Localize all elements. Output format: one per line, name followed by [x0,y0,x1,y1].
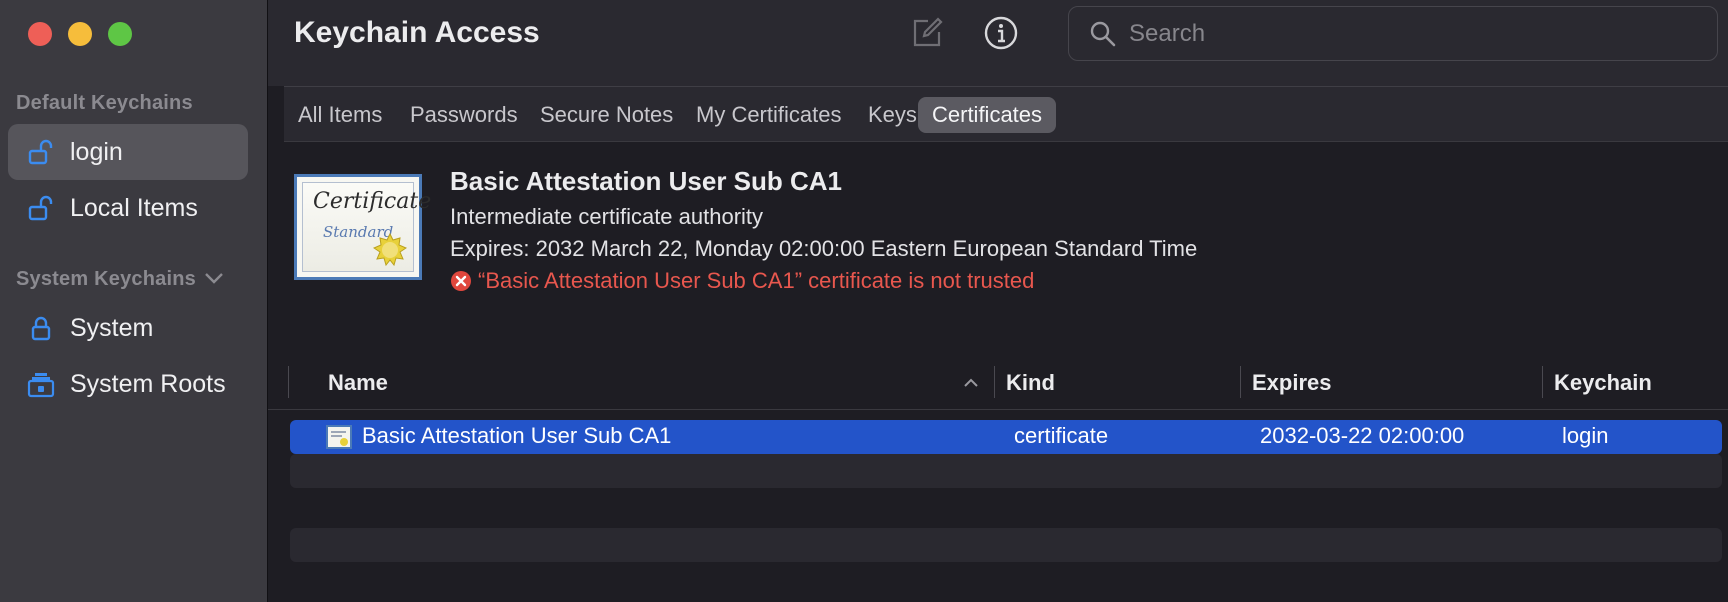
sidebar-item-label: Local Items [70,193,198,222]
window-controls [28,22,132,46]
certificate-icon: Certificate Standard [294,174,431,280]
category-tabs: All Items Passwords Secure Notes My Cert… [284,86,1728,142]
sidebar-item-label: System [70,313,154,342]
sidebar-item-local-items[interactable]: Local Items [8,180,248,236]
certificate-icon [326,425,352,449]
sidebar-item-label: login [70,137,123,166]
system-keychains-heading[interactable]: System Keychains [16,268,224,291]
cell-kind: certificate [1014,423,1109,448]
column-separator [1542,366,1543,398]
column-header-expires[interactable]: Expires [1252,370,1332,396]
window-title: Keychain Access [294,16,540,49]
search-icon [1090,21,1116,46]
tab-secure-notes[interactable]: Secure Notes [526,97,687,133]
sidebar-item-label: System Roots [70,369,226,398]
certificate-kind: Intermediate certificate authority [450,204,764,229]
stacked-lock-icon [26,369,56,399]
certificate-icon-title: Certificate [313,189,432,214]
tab-passwords[interactable]: Passwords [396,97,532,133]
search-input[interactable]: Search [1068,6,1718,61]
zoom-window-button[interactable] [108,22,132,46]
toolbar: Keychain Access Search [268,0,1728,86]
search-placeholder: Search [1129,19,1206,47]
tab-certificates[interactable]: Certificates [918,97,1057,133]
sidebar-item-login[interactable]: login [8,124,248,180]
certificate-details: Certificate Standard Basic Attestation U… [268,142,1728,360]
keychain-window: Default Keychains login Local Items Syst… [0,0,1728,602]
column-header-name[interactable]: Name [328,370,388,396]
sort-ascending-icon[interactable] [962,374,980,392]
unlocked-padlock-icon [26,193,56,223]
column-header-kind[interactable]: Kind [1006,370,1055,396]
locked-padlock-icon [26,313,56,343]
minimize-window-button[interactable] [68,22,92,46]
compose-icon[interactable] [908,14,946,52]
system-keychains-label: System Keychains [16,268,196,290]
sidebar-item-system[interactable]: System [8,300,248,356]
tab-my-certificates[interactable]: My Certificates [682,97,855,133]
error-icon [451,271,471,291]
certificate-expires: Expires: 2032 March 22, Monday 02:00:00 … [450,236,1198,261]
trust-warning: “Basic Attestation User Sub CA1” certifi… [450,268,1034,294]
empty-table-row [290,454,1722,488]
column-separator [1240,366,1241,398]
info-icon[interactable] [982,14,1020,52]
certificate-name: Basic Attestation User Sub CA1 [450,166,843,196]
table-row[interactable]: Basic Attestation User Sub CA1 certifica… [290,420,1722,454]
trust-warning-text: “Basic Attestation User Sub CA1” certifi… [478,268,1035,293]
default-keychains-heading: Default Keychains [16,92,193,114]
unlocked-padlock-icon [26,137,56,167]
column-header-keychain[interactable]: Keychain [1554,370,1652,396]
chevron-down-icon[interactable] [204,268,224,291]
close-window-button[interactable] [28,22,52,46]
cell-name: Basic Attestation User Sub CA1 [362,423,672,448]
column-separator [288,366,289,398]
empty-table-row [290,528,1722,562]
sidebar: Default Keychains login Local Items Syst… [0,0,268,602]
cell-keychain: login [1562,423,1609,448]
table-header: Name Kind Expires Keychain [268,360,1728,410]
seal-icon [373,233,407,267]
column-separator [994,366,995,398]
items-table: Name Kind Expires Keychain Basic Attesta… [268,360,1728,602]
tab-all-items[interactable]: All Items [284,97,396,133]
cell-expires: 2032-03-22 02:00:00 [1260,423,1465,448]
sidebar-item-system-roots[interactable]: System Roots [8,356,248,412]
